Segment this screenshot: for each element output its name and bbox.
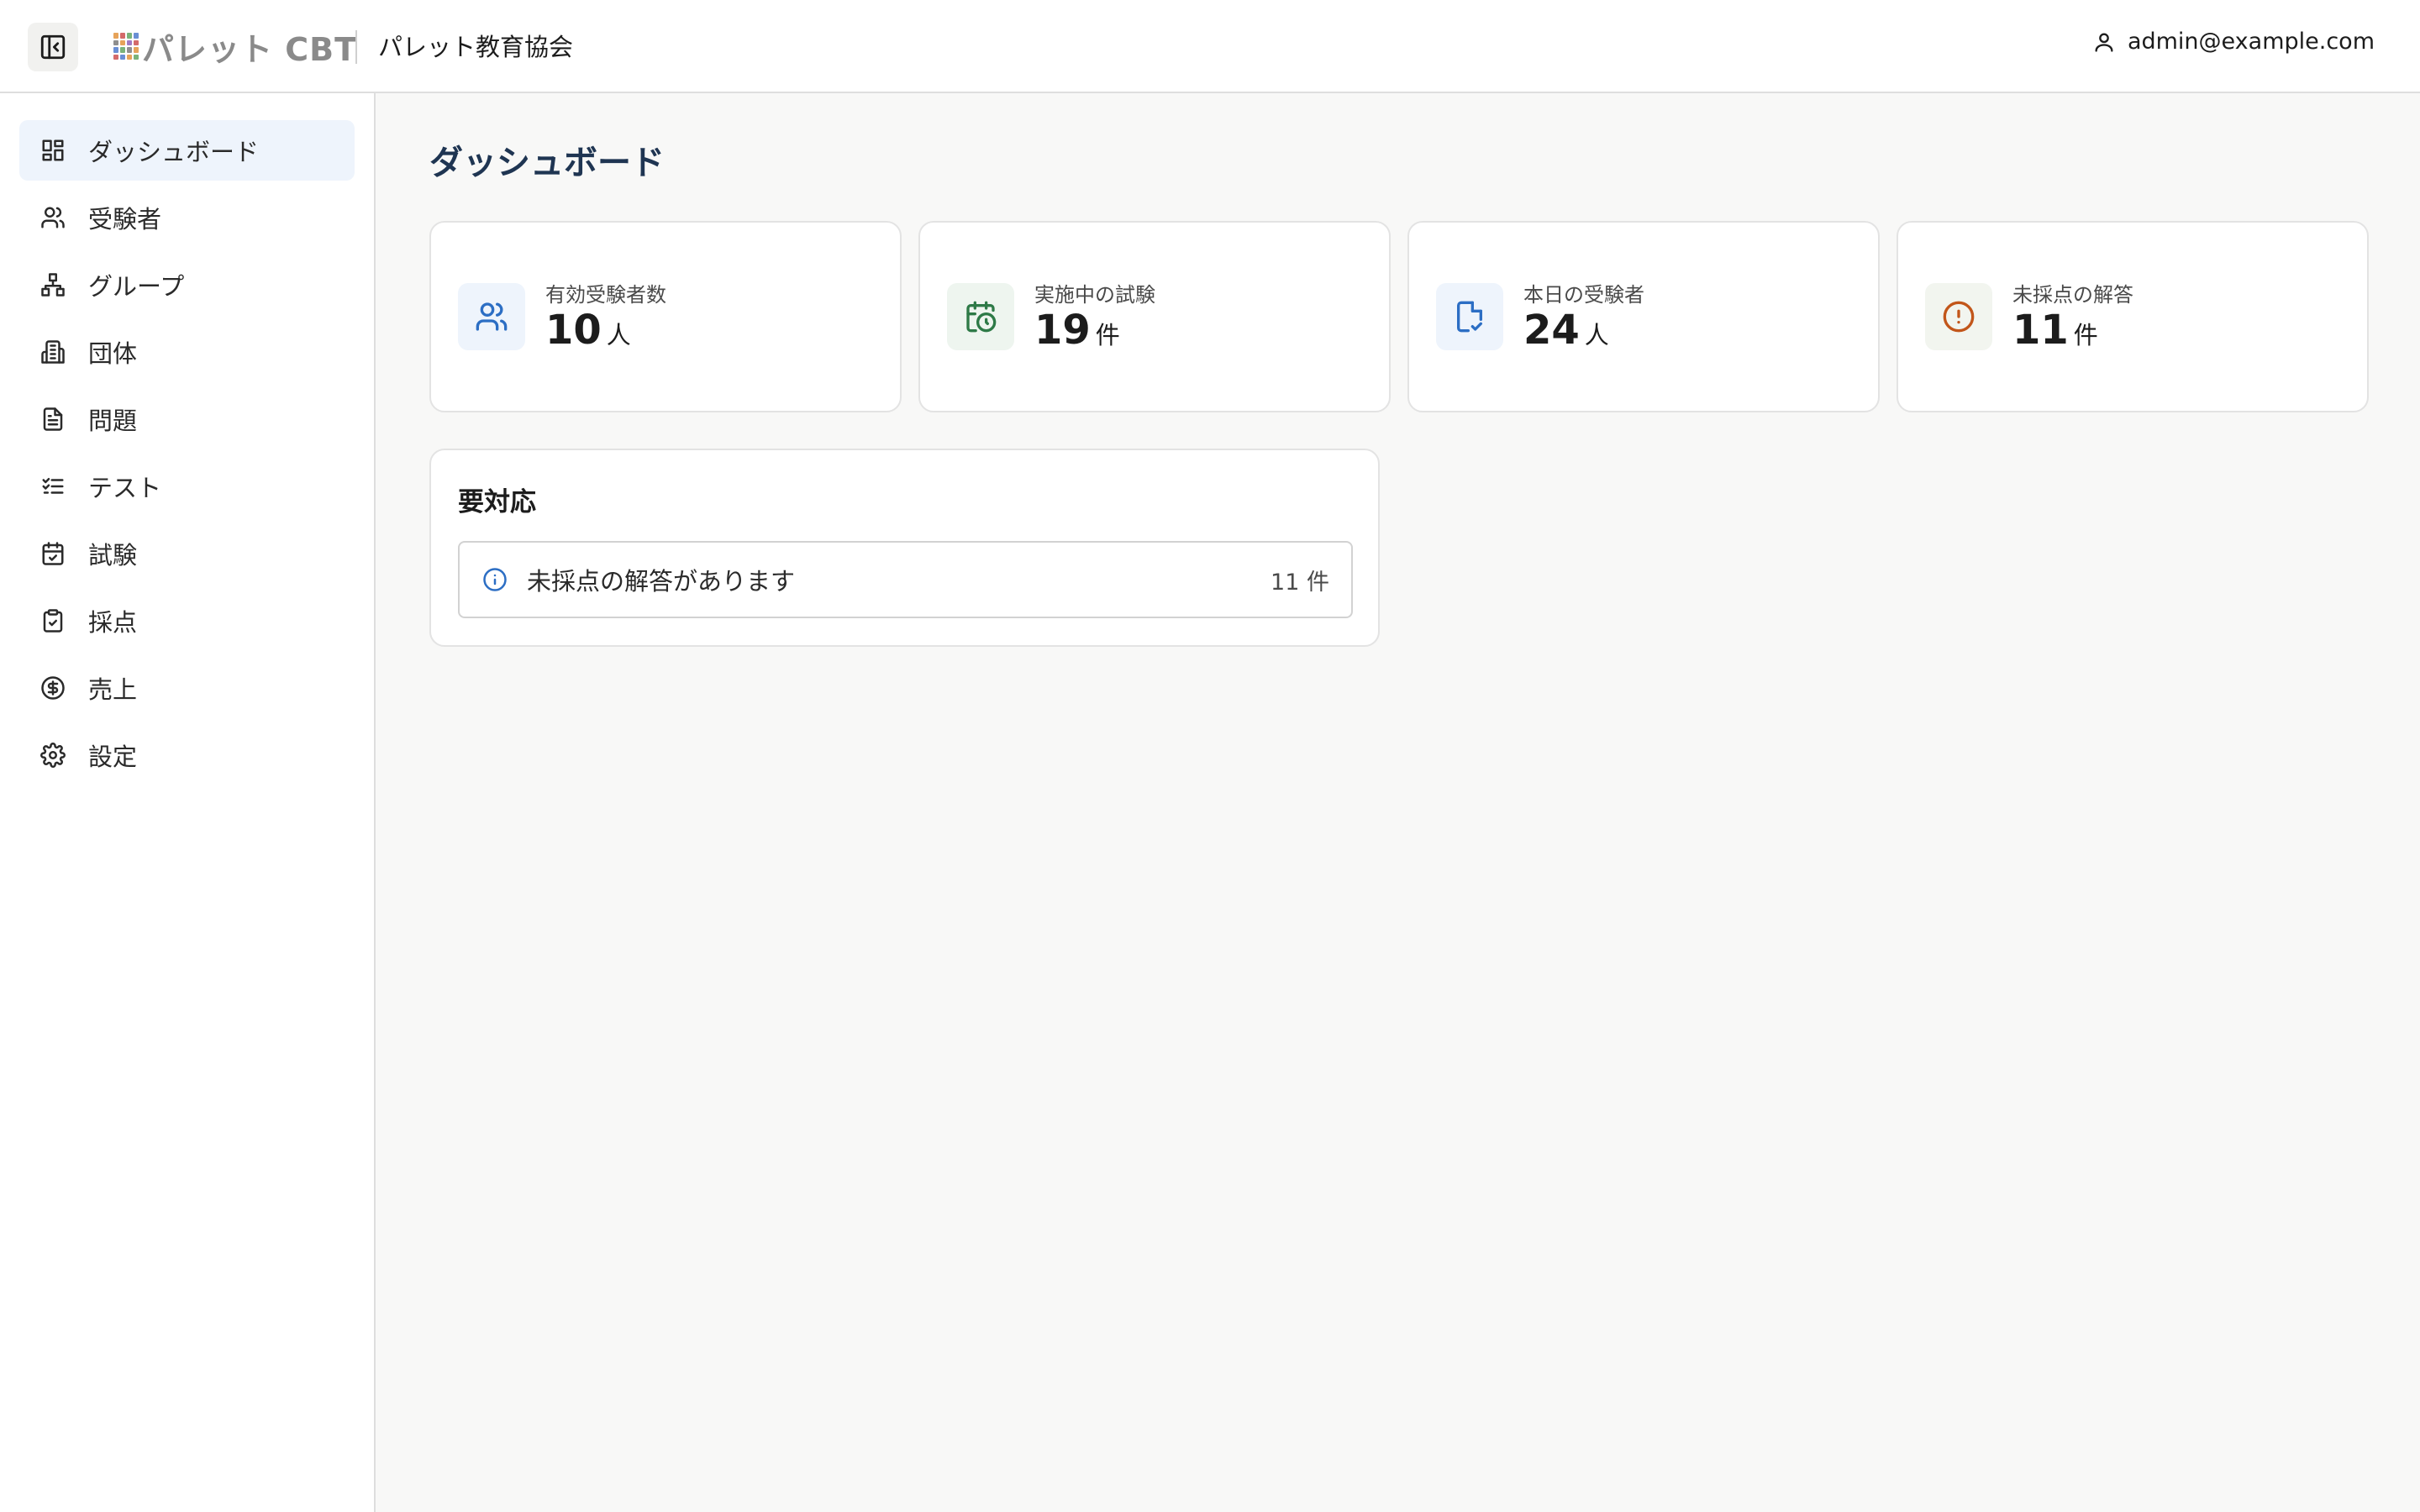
stat-label: 有効受験者数 xyxy=(545,283,666,307)
sidebar-item-examinees[interactable]: 受験者 xyxy=(19,187,355,248)
user-menu[interactable]: admin@example.com xyxy=(2092,29,2375,55)
alert-count: 11 件 xyxy=(1270,569,1329,596)
page-title: ダッシュボード xyxy=(429,144,665,182)
action-required-title: 要対応 xyxy=(458,487,536,517)
file-check-icon xyxy=(1436,283,1503,350)
sidebar: ダッシュボード 受験者 グループ 団体 問題 テスト 試験 採点 売上 設定 xyxy=(0,93,376,1512)
sidebar-item-dashboard[interactable]: ダッシュボード xyxy=(19,120,355,181)
stat-unit: 件 xyxy=(1095,321,1120,349)
sidebar-item-label: 設定 xyxy=(88,743,138,771)
stat-unit: 人 xyxy=(1584,321,1609,349)
alert-text: 未採点の解答があります xyxy=(527,567,796,596)
gear-icon xyxy=(39,742,66,769)
sidebar-item-label: 採点 xyxy=(88,608,138,637)
dollar-icon xyxy=(39,675,66,701)
stat-label: 実施中の試験 xyxy=(1034,283,1155,307)
header-divider xyxy=(355,30,357,64)
panel-left-icon xyxy=(40,34,66,60)
stat-card-today-examinees[interactable]: 本日の受験者 24 人 xyxy=(1407,221,1880,412)
stat-card-active-examinees[interactable]: 有効受験者数 10 人 xyxy=(429,221,902,412)
network-icon xyxy=(39,271,66,298)
main-content: ダッシュボード 有効受験者数 10 人 実施中の試験 19 件 本日の受験者 2… xyxy=(376,93,2420,1512)
info-icon xyxy=(481,566,508,593)
sidebar-item-label: 売上 xyxy=(88,675,138,704)
stat-unit: 人 xyxy=(606,321,631,349)
sidebar-item-label: 問題 xyxy=(88,407,138,435)
app-logo[interactable]: パレット CBT xyxy=(113,25,358,68)
stat-unit: 件 xyxy=(2073,321,2098,349)
sidebar-item-label: グループ xyxy=(88,272,185,301)
action-required-card: 要対応 未採点の解答があります 11 件 xyxy=(429,449,1380,647)
sidebar-item-exams[interactable]: 試験 xyxy=(19,523,355,584)
sidebar-item-label: 受験者 xyxy=(88,205,162,234)
calendar-check-icon xyxy=(39,540,66,567)
stat-label: 本日の受験者 xyxy=(1523,283,1644,307)
stat-number: 19 xyxy=(1034,307,1091,354)
sidebar-item-sales[interactable]: 売上 xyxy=(19,658,355,718)
sidebar-item-label: ダッシュボード xyxy=(88,138,260,166)
sidebar-item-questions[interactable]: 問題 xyxy=(19,389,355,449)
stat-value: 19 件 xyxy=(1034,307,1120,354)
checklist-icon xyxy=(39,473,66,500)
users-icon xyxy=(39,204,66,231)
user-email: admin@example.com xyxy=(2127,29,2375,55)
stat-value: 24 人 xyxy=(1523,307,1609,354)
stat-card-ungraded-answers[interactable]: 未採点の解答 11 件 xyxy=(1897,221,2369,412)
sidebar-item-grading[interactable]: 採点 xyxy=(19,591,355,651)
alert-circle-icon xyxy=(1925,283,1992,350)
stat-value: 11 件 xyxy=(2012,307,2098,354)
document-icon xyxy=(39,406,66,433)
stat-number: 10 xyxy=(545,307,602,354)
stat-number: 11 xyxy=(2012,307,2069,354)
logo-text: パレット CBT xyxy=(142,30,358,68)
stat-card-ongoing-exams[interactable]: 実施中の試験 19 件 xyxy=(918,221,1391,412)
stat-value: 10 人 xyxy=(545,307,631,354)
sidebar-item-label: テスト xyxy=(88,474,162,502)
calendar-clock-icon xyxy=(947,283,1014,350)
sidebar-item-label: 団体 xyxy=(88,339,138,368)
building-icon xyxy=(39,339,66,365)
stat-number: 24 xyxy=(1523,307,1580,354)
top-header: パレット CBT パレット教育協会 admin@example.com xyxy=(0,0,2420,93)
sidebar-toggle-button[interactable] xyxy=(28,23,78,71)
ungraded-answers-alert[interactable]: 未採点の解答があります 11 件 xyxy=(458,541,1353,618)
user-icon xyxy=(2095,33,2113,52)
organization-name: パレット教育協会 xyxy=(378,33,574,61)
sidebar-item-tests[interactable]: テスト xyxy=(19,456,355,517)
users-icon xyxy=(458,283,525,350)
sidebar-item-organizations[interactable]: 団体 xyxy=(19,322,355,382)
logo-mark-icon xyxy=(113,33,139,60)
sidebar-item-groups[interactable]: グループ xyxy=(19,255,355,315)
sidebar-item-settings[interactable]: 設定 xyxy=(19,725,355,785)
sidebar-item-label: 試験 xyxy=(88,541,138,570)
stat-label: 未採点の解答 xyxy=(2012,283,2133,307)
clipboard-check-icon xyxy=(39,607,66,634)
dashboard-icon xyxy=(39,137,66,164)
